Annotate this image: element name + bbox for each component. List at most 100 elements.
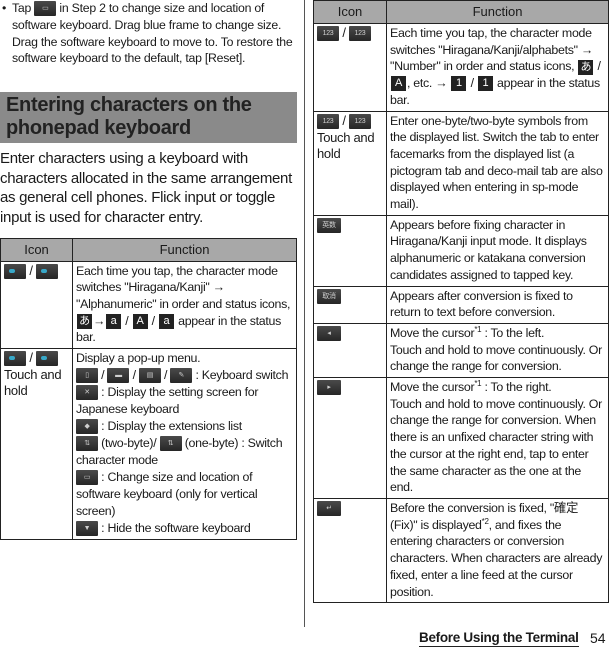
table-row: 123 / 123 Each time you tap, the charact… bbox=[313, 23, 609, 112]
function-text: Display a pop-up menu. bbox=[76, 351, 201, 366]
status-number-icon: 1 bbox=[451, 76, 467, 92]
number-mode-icon: 123 bbox=[348, 26, 371, 42]
table-row: / Each time you tap, the character mode … bbox=[0, 260, 297, 350]
keyboard-phonepad-icon: ▯ bbox=[76, 367, 98, 383]
function-text: : Display the extensions list bbox=[101, 418, 242, 433]
table-row: ▸ Move the cursor*1 : To the right. Touc… bbox=[313, 377, 609, 499]
keyboard-handwriting-icon: ✎ bbox=[170, 367, 193, 383]
keyboard-qwerty-icon: ▬ bbox=[107, 367, 130, 383]
function-text: : Change size and location of software k… bbox=[76, 470, 258, 518]
icon-cell: ↵ bbox=[313, 497, 387, 604]
function-text: Each time you tap, the character mode sw… bbox=[76, 263, 291, 311]
header-function: Function bbox=[386, 0, 609, 24]
function-text: , etc. → bbox=[407, 76, 448, 91]
table-row: 取消 Appears after conversion is fixed to … bbox=[313, 285, 609, 324]
icon-cell: / bbox=[0, 260, 73, 350]
icon-cell: ▸ bbox=[313, 377, 387, 499]
table-row: 英数 Appears before fixing character in Hi… bbox=[313, 214, 609, 287]
note-paragraph: • Tap ▭ in Step 2 to change size and loc… bbox=[0, 0, 297, 66]
bullet: • bbox=[2, 1, 7, 15]
extensions-icon: ◆ bbox=[76, 419, 98, 435]
function-cell: Display a pop-up menu. ▯ / ▬ / ▤ / ✎ : K… bbox=[72, 348, 297, 540]
left-column: • Tap ▭ in Step 2 to change size and loc… bbox=[0, 0, 297, 540]
header-icon: Icon bbox=[0, 237, 73, 262]
section-heading: Entering characters on the phonepad keyb… bbox=[0, 92, 297, 144]
phonepad-icon-table-left: Icon Function / Each time you tap, the c… bbox=[0, 237, 297, 540]
function-text: (two-byte)/ bbox=[101, 436, 157, 451]
icon-separator: / bbox=[342, 112, 346, 128]
status-alpha-upper-icon: A bbox=[132, 313, 148, 329]
icon-separator: / bbox=[29, 262, 33, 278]
resize-keyboard-icon: ▭ bbox=[34, 1, 57, 17]
mode-hiragana-icon bbox=[4, 351, 26, 367]
table-row: / Touch and hold Display a pop-up menu. … bbox=[0, 348, 297, 540]
phonepad-icon-table-right: Icon Function 123 / 123 Each time you ta… bbox=[313, 0, 609, 604]
one-byte-icon: ⇅ bbox=[159, 436, 182, 452]
table-row: ↵ Before the conversion is fixed, "確定 (F… bbox=[313, 497, 609, 604]
icon-cell: 123 / 123 Touch and hold bbox=[313, 110, 387, 216]
icon-cell: 英数 bbox=[313, 214, 387, 287]
function-cell: Enter one-byte/two-byte symbols from the… bbox=[386, 110, 609, 216]
page-footer: Before Using the Terminal 54 bbox=[0, 628, 609, 649]
page-number: 54 bbox=[590, 630, 606, 646]
function-cell: Move the cursor*1 : To the right. Touch … bbox=[386, 377, 609, 499]
section-intro: Enter characters using a keyboard with c… bbox=[0, 150, 292, 226]
note-text-start: Tap bbox=[12, 1, 32, 15]
hide-keyboard-icon: ▼ bbox=[76, 520, 98, 536]
footer-section-title: Before Using the Terminal bbox=[419, 630, 579, 647]
function-text: : Keyboard switch bbox=[195, 367, 289, 382]
icon-separator: / bbox=[29, 350, 33, 366]
status-number-full-icon: 1 bbox=[477, 76, 493, 92]
status-hiragana-icon: あ bbox=[578, 59, 594, 75]
function-text: : To the left. bbox=[481, 325, 545, 340]
number-mode-icon: 123 bbox=[317, 26, 339, 42]
right-column: Icon Function 123 / 123 Each time you ta… bbox=[313, 0, 609, 604]
cursor-right-icon: ▸ bbox=[317, 380, 341, 396]
keyboard-50on-icon: ▤ bbox=[138, 367, 161, 383]
undo-conversion-icon: 取消 bbox=[317, 288, 341, 304]
two-byte-icon: ⇅ bbox=[76, 436, 98, 452]
function-text: Touch and hold to move continuously. Or … bbox=[390, 396, 602, 495]
number-mode-icon: 123 bbox=[317, 113, 339, 129]
table-header-row: Icon Function bbox=[313, 0, 609, 24]
function-text: Each time you tap, the character mode sw… bbox=[390, 26, 593, 74]
icon-cell: / Touch and hold bbox=[0, 348, 73, 540]
icon-cell: 取消 bbox=[313, 285, 387, 324]
status-alpha-lower-icon: a bbox=[106, 313, 122, 329]
header-function: Function bbox=[72, 237, 297, 262]
function-cell: Appears before fixing character in Hirag… bbox=[386, 214, 609, 287]
function-text: : Display the setting screen for Japanes… bbox=[76, 384, 259, 417]
function-text: Move the cursor bbox=[390, 380, 475, 395]
function-cell: Move the cursor*1 : To the left. Touch a… bbox=[386, 322, 609, 379]
function-text: : To the right. bbox=[481, 380, 552, 395]
header-icon: Icon bbox=[313, 0, 387, 24]
icon-cell: 123 / 123 bbox=[313, 23, 387, 112]
function-text: Touch and hold to move continuously. Or … bbox=[390, 342, 602, 374]
function-cell: Each time you tap, the character mode sw… bbox=[72, 260, 297, 350]
function-cell: Before the conversion is fixed, "確定 (Fix… bbox=[386, 497, 609, 604]
function-cell: Appears after conversion is fixed to ret… bbox=[386, 285, 609, 324]
icon-cell: ◂ bbox=[313, 322, 387, 379]
enter-icon: ↵ bbox=[317, 501, 341, 517]
icon-separator: / bbox=[342, 25, 346, 40]
column-divider bbox=[304, 0, 305, 627]
table-row: ◂ Move the cursor*1 : To the left. Touch… bbox=[313, 322, 609, 379]
alphanumeric-candidates-icon: 英数 bbox=[317, 217, 341, 233]
cursor-left-icon: ◂ bbox=[317, 326, 341, 342]
mode-alpha-icon bbox=[35, 351, 58, 367]
function-text: : Hide the software keyboard bbox=[101, 520, 251, 535]
number-mode-icon: 123 bbox=[348, 113, 371, 129]
mode-hiragana-icon bbox=[4, 263, 26, 279]
status-hiragana-icon: あ bbox=[77, 313, 92, 329]
icon-caption: Touch and hold bbox=[4, 367, 62, 399]
resize-keyboard-icon: ▭ bbox=[76, 470, 98, 486]
table-row: 123 / 123 Touch and hold Enter one-byte/… bbox=[313, 110, 609, 216]
status-alpha-full-icon: a bbox=[158, 313, 174, 329]
icon-caption: Touch and hold bbox=[317, 129, 375, 161]
table-header-row: Icon Function bbox=[0, 237, 297, 262]
footnote-ref: *2 bbox=[481, 516, 489, 526]
settings-icon: ✕ bbox=[76, 385, 98, 401]
function-cell: Each time you tap, the character mode sw… bbox=[386, 23, 609, 112]
status-alpha-upper-icon: A bbox=[391, 76, 406, 92]
mode-alpha-icon bbox=[35, 263, 58, 279]
